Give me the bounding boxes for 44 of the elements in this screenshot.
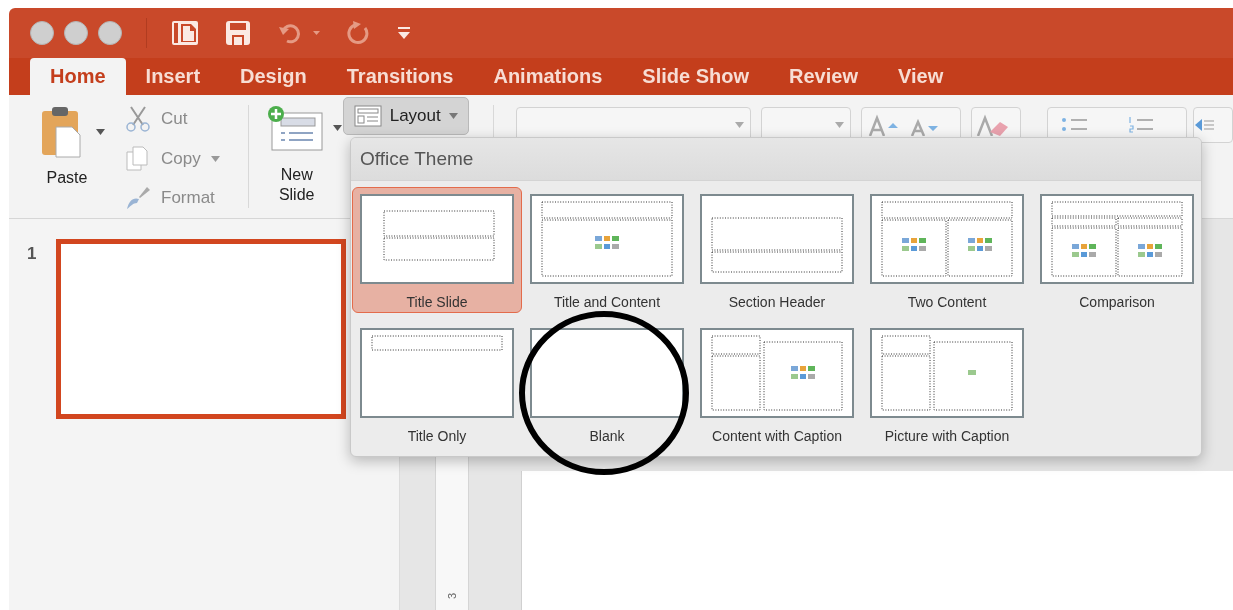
close-button[interactable] xyxy=(30,21,54,45)
ruler-number: 3 xyxy=(446,592,458,600)
layout-option[interactable]: Section Header xyxy=(692,187,862,313)
layout-option[interactable]: Comparison xyxy=(1032,187,1201,313)
caret-icon[interactable] xyxy=(333,125,343,131)
ribbon-tab[interactable]: View xyxy=(877,58,964,95)
ribbon-tab[interactable]: Slide Show xyxy=(622,58,770,95)
paste-button[interactable]: Paste xyxy=(27,95,107,218)
menu-title: Office Theme xyxy=(351,138,1201,181)
layout-option[interactable]: Two Content xyxy=(862,187,1032,313)
customize-icon[interactable] xyxy=(397,26,411,40)
ribbon-tab[interactable]: Transitions xyxy=(326,58,474,95)
scissors-icon xyxy=(125,105,151,132)
layout-option[interactable]: Picture with Caption xyxy=(862,321,1032,447)
eraser-icon xyxy=(976,114,1011,136)
minimize-button[interactable] xyxy=(64,21,88,45)
ribbon-tab[interactable]: Animations xyxy=(473,58,623,95)
layout-button[interactable]: Layout xyxy=(342,97,469,135)
ribbon-tab[interactable]: Insert xyxy=(125,58,221,95)
ribbon-tab[interactable]: Design xyxy=(220,58,327,95)
new-slide-button[interactable]: New Slide xyxy=(250,95,343,218)
layout-option[interactable]: Title Only xyxy=(352,321,522,447)
save-icon[interactable] xyxy=(225,20,251,46)
layout-option[interactable]: Title Slide xyxy=(352,187,522,313)
new-slide-icon xyxy=(267,105,324,151)
layout-option[interactable]: Content with Caption xyxy=(692,321,862,447)
sidebar-icon[interactable] xyxy=(171,20,199,46)
caret-icon[interactable] xyxy=(95,129,105,135)
layout-option[interactable]: Blank xyxy=(522,321,692,447)
redo-icon[interactable] xyxy=(347,20,371,46)
ribbon-tab[interactable]: Home xyxy=(30,58,126,95)
copy-icon xyxy=(125,145,151,172)
layout-icon xyxy=(353,105,382,127)
caret-icon[interactable] xyxy=(448,113,458,119)
clipboard-icon xyxy=(39,105,84,159)
slide-number: 1 xyxy=(27,244,37,264)
indent-button[interactable] xyxy=(1193,107,1233,143)
layout-option[interactable]: Title and Content xyxy=(522,187,692,313)
zoom-button[interactable] xyxy=(98,21,122,45)
decrease-indent-icon xyxy=(1194,117,1215,133)
undo-icon[interactable] xyxy=(277,21,321,45)
ribbon-tab[interactable]: Review xyxy=(769,58,878,95)
slide-thumbnail[interactable] xyxy=(56,239,347,419)
paintbrush-icon xyxy=(125,185,151,212)
